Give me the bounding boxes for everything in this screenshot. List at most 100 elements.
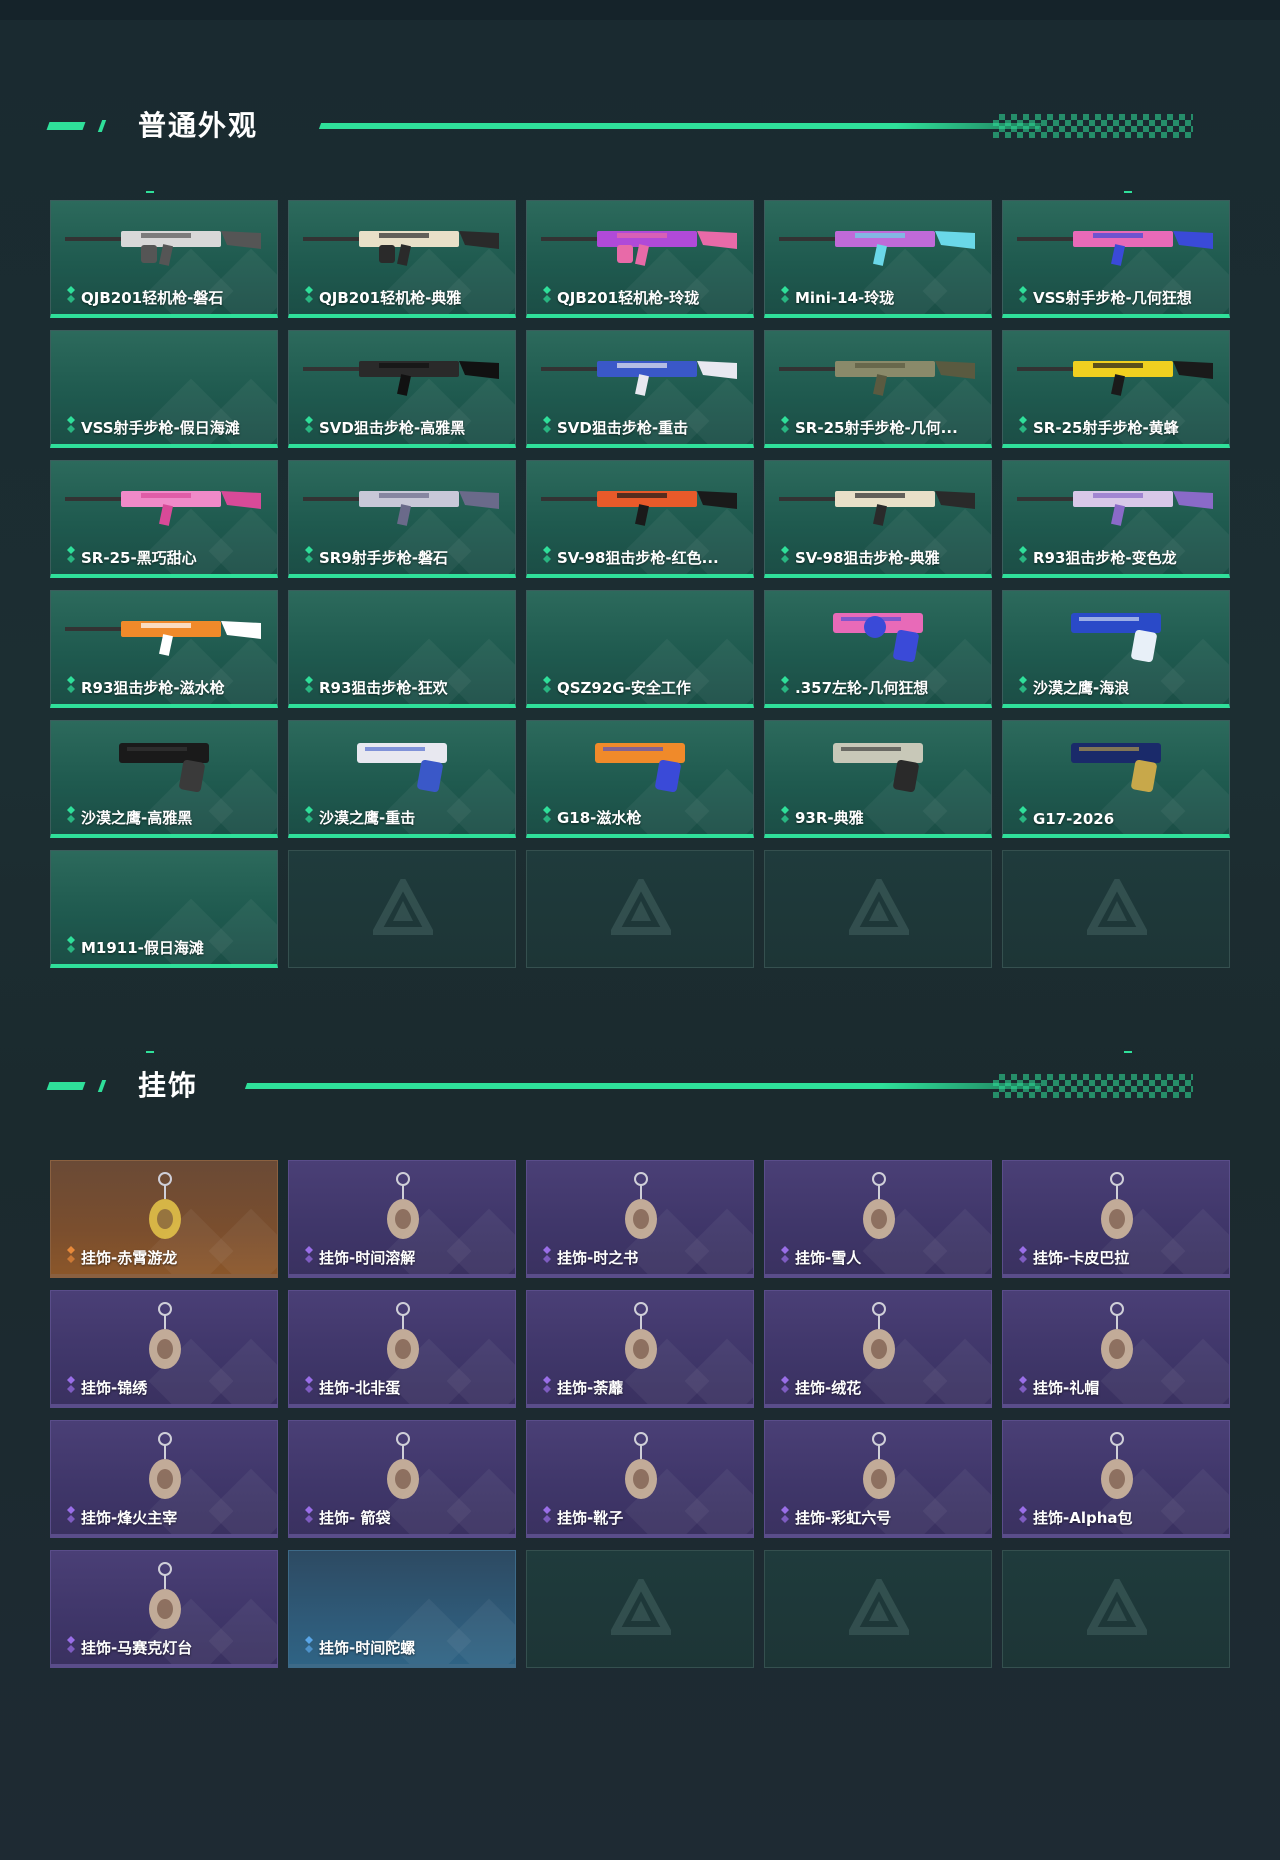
- game-logo-icon: [849, 879, 909, 935]
- rarity-diamond-icon: [781, 416, 789, 433]
- sniper-rifle-icon: [65, 621, 261, 656]
- rarity-diamond-icon: [1019, 286, 1027, 303]
- rarity-diamond-icon: [1019, 1246, 1027, 1263]
- card-label: 挂饰-时间陀螺: [319, 1639, 416, 1657]
- header-dash-decoration: [97, 1080, 107, 1092]
- skin-card[interactable]: R93狙击步枪-狂欢: [288, 590, 516, 708]
- skin-card[interactable]: Mini-14-玲珑: [764, 200, 992, 318]
- skin-card[interactable]: SR-25射手步枪-黄蜂: [1002, 330, 1230, 448]
- charm-card[interactable]: 挂饰-马赛克灯台: [50, 1550, 278, 1668]
- quiver-charm-icon: [387, 1432, 419, 1499]
- card-bg-decoration: [684, 1468, 753, 1534]
- rifle-icon: [779, 231, 975, 266]
- charm-card[interactable]: 挂饰-彩虹六号: [764, 1420, 992, 1538]
- pistol-icon: [595, 743, 685, 793]
- card-bg-decoration: [922, 1208, 991, 1274]
- skin-card[interactable]: G17-2026: [1002, 720, 1230, 838]
- rarity-diamond-icon: [67, 1376, 75, 1393]
- rarity-diamond-icon: [67, 416, 75, 433]
- skin-card[interactable]: .357左轮-几何狂想: [764, 590, 992, 708]
- charm-card[interactable]: 挂饰-荼蘼: [526, 1290, 754, 1408]
- skin-card[interactable]: QJB201轻机枪-玲珑: [526, 200, 754, 318]
- section-title: 普通外观: [138, 109, 259, 142]
- bag-charm-icon: [1101, 1432, 1133, 1499]
- charm-card[interactable]: 挂饰-时之书: [526, 1160, 754, 1278]
- header-dash-decoration: [97, 120, 107, 132]
- charm-card[interactable]: 挂饰-靴子: [526, 1420, 754, 1538]
- charm-card[interactable]: 挂饰-时间陀螺: [288, 1550, 516, 1668]
- card-bg-decoration: [208, 1338, 277, 1404]
- skin-card[interactable]: QJB201轻机枪-典雅: [288, 200, 516, 318]
- rarity-diamond-icon: [543, 1376, 551, 1393]
- skin-card[interactable]: QJB201轻机枪-磐石: [50, 200, 278, 318]
- skin-card[interactable]: 93R-典雅: [764, 720, 992, 838]
- skin-card[interactable]: 沙漠之鹰-重击: [288, 720, 516, 838]
- card-label: G17-2026: [1033, 810, 1115, 828]
- lmg-icon: [541, 231, 737, 266]
- card-bg-decoration: [446, 1598, 515, 1664]
- charms-grid: 挂饰-赤霄游龙 挂饰-时间溶解 挂饰-时之书 挂饰-雪人 挂饰-卡皮巴拉 挂饰-锦绣 挂饰-…: [50, 1160, 1230, 1668]
- skin-card[interactable]: SR-25射手步枪-几何...: [764, 330, 992, 448]
- game-logo-icon: [849, 1579, 909, 1635]
- header-checker-decoration: [993, 114, 1193, 138]
- skin-card[interactable]: QSZ92G-安全工作: [526, 590, 754, 708]
- rarity-diamond-icon: [67, 676, 75, 693]
- card-label: VSS射手步枪-假日海滩: [81, 419, 240, 437]
- skin-card[interactable]: G18-滋水枪: [526, 720, 754, 838]
- card-label: M1911-假日海滩: [81, 939, 204, 957]
- charm-card[interactable]: 挂饰-绒花: [764, 1290, 992, 1408]
- card-bg-decoration: [684, 1338, 753, 1404]
- charm-card[interactable]: 挂饰-烽火主宰: [50, 1420, 278, 1538]
- charm-card[interactable]: 挂饰-时间溶解: [288, 1160, 516, 1278]
- skin-card[interactable]: 沙漠之鹰-高雅黑: [50, 720, 278, 838]
- pistol-icon: [1071, 743, 1161, 793]
- skin-card[interactable]: R93狙击步枪-滋水枪: [50, 590, 278, 708]
- flower-charm-icon: [625, 1302, 657, 1369]
- skin-card[interactable]: SVD狙击步枪-高雅黑: [288, 330, 516, 448]
- rarity-diamond-icon: [67, 1506, 75, 1523]
- rarity-diamond-icon: [781, 1246, 789, 1263]
- skin-card[interactable]: M1911-假日海滩: [50, 850, 278, 968]
- skin-card[interactable]: VSS射手步枪-假日海滩: [50, 330, 278, 448]
- empty-slot: [526, 1550, 754, 1668]
- card-label: SR-25射手步枪-几何...: [795, 419, 958, 437]
- section-header-charms: 挂饰: [46, 1066, 1228, 1106]
- card-label: SR-25射手步枪-黄蜂: [1033, 419, 1179, 437]
- card-label: 挂饰-马赛克灯台: [81, 1639, 193, 1657]
- skin-card[interactable]: SVD狙击步枪-重击: [526, 330, 754, 448]
- pistol-icon: [833, 743, 923, 793]
- rarity-diamond-icon: [543, 806, 551, 823]
- charm-card[interactable]: 挂饰-雪人: [764, 1160, 992, 1278]
- rose-charm-icon: [863, 1302, 895, 1369]
- rarity-diamond-icon: [67, 1636, 75, 1653]
- skin-card[interactable]: SV-98狙击步枪-典雅: [764, 460, 992, 578]
- skin-card[interactable]: 沙漠之鹰-海浪: [1002, 590, 1230, 708]
- charm-card[interactable]: 挂饰-锦绣: [50, 1290, 278, 1408]
- skin-card[interactable]: VSS射手步枪-几何狂想: [1002, 200, 1230, 318]
- charm-card[interactable]: 挂饰- 箭袋: [288, 1420, 516, 1538]
- skin-card[interactable]: SR-25-黑巧甜心: [50, 460, 278, 578]
- pistol-icon: [357, 743, 447, 793]
- section-header-skins: 普通外观: [46, 106, 1228, 146]
- card-bg-decoration: [208, 898, 277, 964]
- charm-card[interactable]: 挂饰-礼帽: [1002, 1290, 1230, 1408]
- hat-charm-icon: [1101, 1302, 1133, 1369]
- charm-card[interactable]: 挂饰-Alpha包: [1002, 1420, 1230, 1538]
- rarity-diamond-icon: [305, 1376, 313, 1393]
- skin-card[interactable]: SV-98狙击步枪-红色...: [526, 460, 754, 578]
- marksman-rifle-icon: [1017, 231, 1213, 266]
- skin-card[interactable]: R93狙击步枪-变色龙: [1002, 460, 1230, 578]
- charm-card[interactable]: 挂饰-卡皮巴拉: [1002, 1160, 1230, 1278]
- rarity-diamond-icon: [543, 1506, 551, 1523]
- card-label: R93狙击步枪-变色龙: [1033, 549, 1177, 567]
- rarity-diamond-icon: [305, 806, 313, 823]
- charm-card[interactable]: 挂饰-北非蛋: [288, 1290, 516, 1408]
- skin-card[interactable]: SR9射手步枪-磐石: [288, 460, 516, 578]
- card-bg-decoration: [446, 1338, 515, 1404]
- card-label: SV-98狙击步枪-红色...: [557, 549, 719, 567]
- tick-decoration: [146, 1051, 154, 1053]
- rarity-diamond-icon: [305, 1246, 313, 1263]
- card-bg-decoration: [208, 1208, 277, 1274]
- charm-card[interactable]: 挂饰-赤霄游龙: [50, 1160, 278, 1278]
- sniper-rifle-icon: [779, 491, 975, 526]
